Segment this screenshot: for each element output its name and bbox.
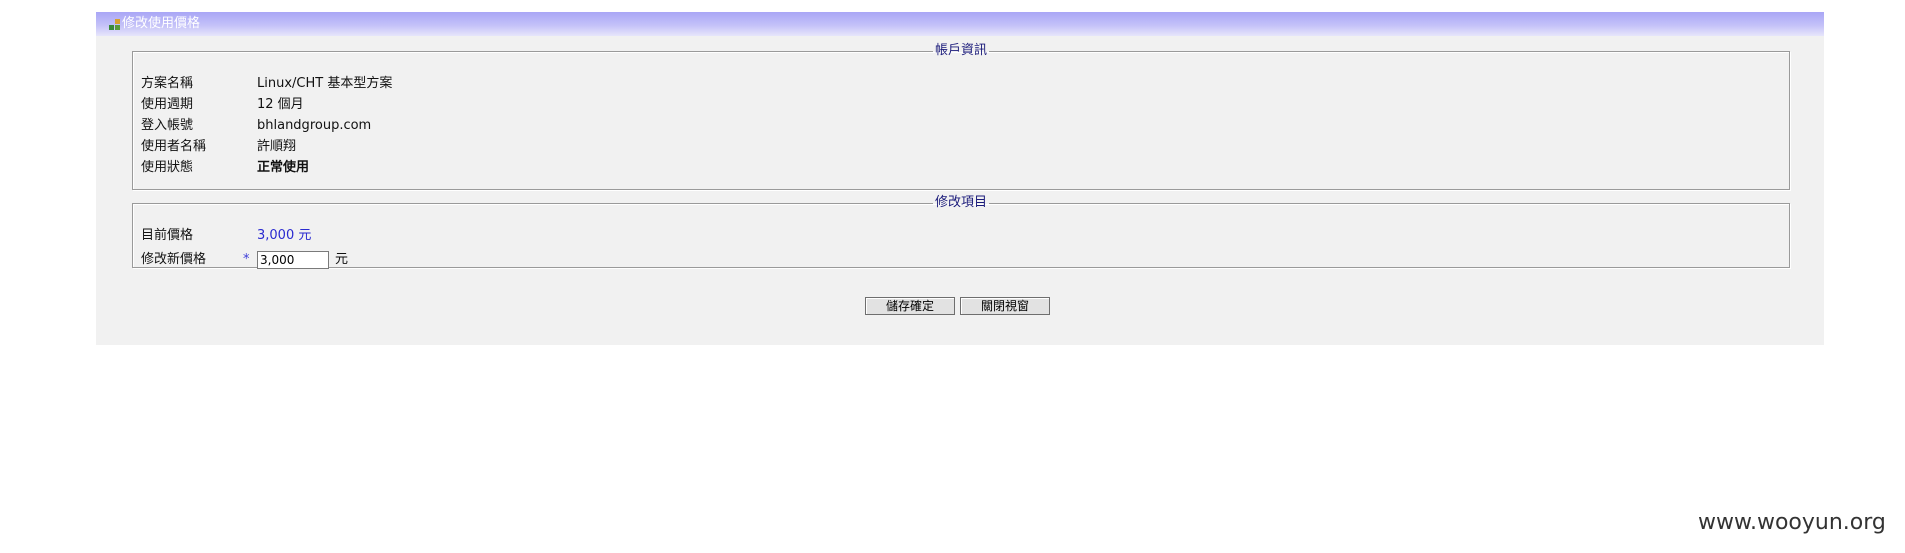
close-window-button[interactable]: 關閉視窗: [960, 297, 1050, 315]
usage-status-label: 使用狀態: [141, 160, 194, 175]
plan-name-row: 方案名稱 Linux/CHT 基本型方案: [141, 74, 1741, 94]
watermark-text: www.wooyun.org: [1698, 510, 1886, 535]
user-name-row: 使用者名稱 許順翔: [141, 137, 1741, 157]
usage-status-row: 使用狀態 正常使用: [141, 158, 1741, 178]
new-price-label: 修改新價格: [141, 252, 207, 267]
dialog-panel: 修改使用價格 帳戶資訊 方案名稱 Linux/CHT 基本型方案 使用週期 12…: [96, 12, 1824, 345]
modify-legend: 修改項目: [934, 195, 987, 210]
new-price-input[interactable]: [257, 251, 329, 269]
account-info-section: 帳戶資訊 方案名稱 Linux/CHT 基本型方案 使用週期 12 個月 登入帳…: [132, 44, 1790, 190]
usage-period-row: 使用週期 12 個月: [141, 95, 1741, 115]
plugin-icon: [109, 19, 120, 30]
window-title: 修改使用價格: [122, 16, 201, 31]
user-name-value: 許順翔: [257, 139, 297, 154]
user-name-label: 使用者名稱: [141, 139, 207, 154]
current-price-label: 目前價格: [141, 228, 194, 243]
usage-period-label: 使用週期: [141, 97, 194, 112]
login-account-label: 登入帳號: [141, 118, 194, 133]
current-price-row: 目前價格 3,000 元: [141, 226, 1741, 246]
modify-section: 修改項目 目前價格 3,000 元 修改新價格 * 元: [132, 195, 1790, 270]
login-account-value: bhlandgroup.com: [257, 118, 372, 133]
new-price-row: 修改新價格 * 元: [141, 250, 1741, 270]
usage-period-value: 12 個月: [257, 97, 304, 112]
usage-status-value: 正常使用: [257, 160, 310, 175]
title-bar: 修改使用價格: [96, 12, 1824, 36]
required-mark: *: [243, 252, 250, 267]
account-info-legend: 帳戶資訊: [934, 43, 987, 58]
new-price-unit: 元: [335, 252, 349, 267]
login-account-row: 登入帳號 bhlandgroup.com: [141, 116, 1741, 136]
plan-name-label: 方案名稱: [141, 76, 194, 91]
save-button[interactable]: 儲存確定: [865, 297, 955, 315]
current-price-value: 3,000 元: [257, 228, 312, 243]
plan-name-value: Linux/CHT 基本型方案: [257, 76, 393, 91]
